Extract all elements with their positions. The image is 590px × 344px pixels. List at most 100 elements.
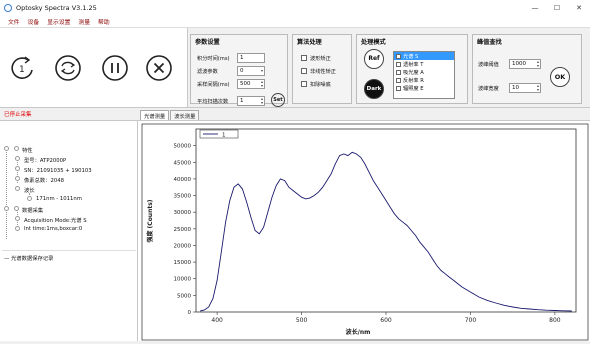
params-title: 参数设置 <box>195 39 220 46</box>
y-tick-label: 45000 <box>174 160 192 166</box>
algo-group: 算法处理 波形矫正 非线性矫正 扣除噪底 <box>292 34 352 104</box>
menu-measure[interactable]: 测量 <box>78 17 90 26</box>
leaf-node-icon <box>15 166 20 171</box>
mode-item-label: 辐照度 E <box>403 85 424 92</box>
interval-input[interactable]: 500 ▴ ▾ <box>237 79 265 89</box>
mode-item-absorbance[interactable]: 吸光度 A <box>394 68 454 76</box>
waveform-correction-label: 波形矫正 <box>310 56 331 62</box>
close-window-button[interactable]: ✕ <box>568 0 590 16</box>
ref-button[interactable]: Ref <box>364 49 384 69</box>
spinner-icon[interactable]: ▴ ▾ <box>537 60 539 68</box>
save-log-item[interactable]: — 光谱数据保存记录 <box>4 254 53 262</box>
x-tick-label: 500 <box>296 317 308 324</box>
mode-item-spectrum[interactable]: 光谱 S <box>394 52 454 60</box>
stop-icon[interactable] <box>145 54 173 82</box>
pause-icon[interactable] <box>101 54 129 82</box>
tree-divider <box>2 250 136 251</box>
filter-select[interactable]: 0 ▾ <box>237 66 265 76</box>
maximize-button[interactable]: ☐ <box>546 0 568 16</box>
nonlinear-correction-checkbox[interactable] <box>301 68 307 74</box>
peak-group: 峰值查找 波峰阈值 1000 ▴ ▾ 波峰宽度 10 ▴ ▾ OK <box>472 34 582 104</box>
tree-pixels[interactable]: 像素总数：2048 <box>24 176 64 184</box>
tree-wavelength[interactable]: 波长 <box>24 186 35 194</box>
menu-display[interactable]: 显示设置 <box>47 17 70 26</box>
algo-title: 算法处理 <box>297 39 322 46</box>
folder-node-icon <box>14 146 19 151</box>
avg-label: 平均扫描次数 <box>197 99 229 105</box>
menu-bar: 文件 设备 显示设置 测量 帮助 <box>0 16 590 28</box>
ok-button[interactable]: OK <box>550 67 570 87</box>
mode-checkbox[interactable] <box>396 53 401 59</box>
set-button[interactable]: Set <box>271 93 285 107</box>
tree-sn[interactable]: SN：21091035 + 190103 <box>24 166 92 174</box>
expand-node-icon[interactable] <box>4 206 9 211</box>
mode-item-irradiance[interactable]: 辐照度 E <box>394 84 454 92</box>
continuous-measure-icon[interactable] <box>54 54 82 82</box>
integration-label: 积分时间(ms) <box>197 56 230 62</box>
menu-device[interactable]: 设备 <box>28 17 40 26</box>
interval-value: 500 <box>240 81 251 87</box>
x-tick-label: 800 <box>549 317 561 324</box>
threshold-input[interactable]: 1000 ▴ ▾ <box>509 59 541 69</box>
single-measure-icon[interactable]: 1 <box>8 54 36 82</box>
window-title: Optosky Spectra V3.1.25 <box>16 4 97 12</box>
y-tick-label: 10000 <box>174 277 192 283</box>
tab-bar: 光谱测量 波长测量 <box>140 110 200 120</box>
y-tick-label: 20000 <box>174 243 192 249</box>
y-tick-label: 50000 <box>174 144 192 150</box>
tab-wavelength[interactable]: 波长测量 <box>170 110 200 120</box>
mode-title: 处理模式 <box>361 39 386 46</box>
tree-range[interactable]: 171nm - 1011nm <box>36 196 82 202</box>
tab-spectrum[interactable]: 光谱测量 <box>140 110 170 120</box>
x-tick-label: 700 <box>465 317 477 324</box>
x-tick-label: 600 <box>380 317 392 324</box>
mode-checkbox[interactable] <box>396 69 401 75</box>
mode-checkbox[interactable] <box>396 61 401 67</box>
plot-area <box>195 128 577 313</box>
tree-model[interactable]: 型号：ATP2000P <box>24 156 66 164</box>
width-value: 10 <box>512 85 519 91</box>
leaf-node-icon <box>27 196 32 201</box>
mode-checkbox[interactable] <box>396 85 401 91</box>
spinner-icon[interactable]: ▴ ▾ <box>537 84 539 92</box>
tree-acq[interactable]: 数据采集 <box>22 206 43 214</box>
width-input[interactable]: 10 ▴ ▾ <box>509 83 541 93</box>
minimize-button[interactable]: — <box>524 0 546 16</box>
expand-node-icon[interactable] <box>4 146 9 151</box>
mode-checkbox[interactable] <box>396 77 401 83</box>
y-tick-label: 15000 <box>174 260 192 266</box>
waveform-correction-checkbox[interactable] <box>301 55 307 61</box>
mode-item-label: 透射率 T <box>403 61 424 68</box>
params-group: 参数设置 积分时间(ms) 1 滤波参数 0 ▾ 采样间隔(ms) 500 ▴ ▾ 平… <box>190 34 288 107</box>
avg-value: 1 <box>240 98 244 104</box>
leaf-node-icon <box>15 226 20 231</box>
window-controls: — ☐ ✕ <box>524 0 590 16</box>
dark-button[interactable]: Dark <box>364 79 384 99</box>
tree-attr[interactable]: 特性 <box>22 146 33 154</box>
y-tick-label: 30000 <box>174 210 192 216</box>
y-tick-label: 40000 <box>174 177 192 183</box>
menu-file[interactable]: 文件 <box>8 17 20 26</box>
leaf-node-icon <box>15 176 20 181</box>
folder-node-icon[interactable] <box>15 186 20 191</box>
svg-text:1: 1 <box>19 65 25 75</box>
subtract-noise-label: 扣除噪底 <box>310 82 331 88</box>
app-icon <box>4 4 12 12</box>
spinner-icon[interactable]: ▴ ▾ <box>261 97 263 105</box>
subtract-noise-checkbox[interactable] <box>301 81 307 87</box>
integration-input[interactable]: 1 <box>237 53 265 63</box>
control-panel: 参数设置 积分时间(ms) 1 滤波参数 0 ▾ 采样间隔(ms) 500 ▴ ▾ 平… <box>188 28 590 108</box>
width-label: 波峰宽度 <box>478 86 499 92</box>
avg-input[interactable]: 1 ▴ ▾ <box>237 96 265 106</box>
legend-label: 1 <box>222 133 226 139</box>
tree-acq-mode[interactable]: Acquisition Mode:光谱 S <box>24 216 87 224</box>
tree-int-time[interactable]: Int time:1ms,boxcar:0 <box>24 226 82 232</box>
mode-item-reflectance[interactable]: 反射率 R <box>394 76 454 84</box>
spinner-icon[interactable]: ▴ ▾ <box>261 80 263 88</box>
peak-title: 峰值查找 <box>477 39 502 46</box>
menu-help[interactable]: 帮助 <box>98 17 110 26</box>
filter-label: 滤波参数 <box>197 69 218 75</box>
mode-item-transmittance[interactable]: 透射率 T <box>394 60 454 68</box>
spectrum-chart[interactable]: 0 5000 10000 15000 20000 25000 30000 35000 40000… <box>138 121 590 342</box>
title-bar: Optosky Spectra V3.1.25 — ☐ ✕ <box>0 0 590 16</box>
